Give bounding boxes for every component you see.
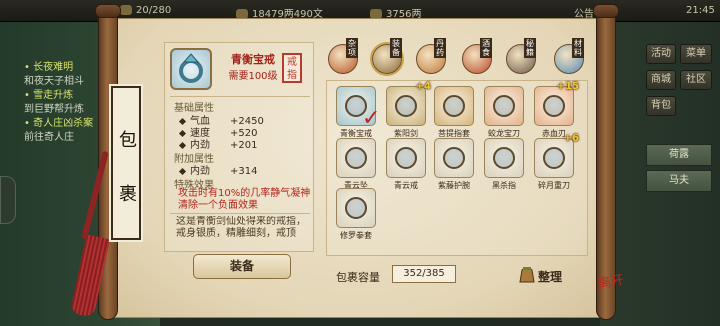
item-slot-label: 黑杀指 — [492, 181, 516, 190]
category-tab-label[interactable]: 杂项 — [346, 38, 358, 58]
clock: 21:45 — [686, 5, 715, 16]
saber-icon — [493, 95, 515, 117]
quest-title[interactable]: • 长夜难明 — [24, 58, 73, 73]
scroll-rod-cap — [95, 4, 121, 18]
claw-icon — [493, 147, 515, 169]
quest-title[interactable]: • 奇人庄凶杀案 — [24, 114, 93, 129]
activity-button[interactable]: 活动 — [646, 44, 676, 64]
diamond-bullet-icon — [178, 141, 187, 149]
inventory-slot[interactable]: +6 — [534, 133, 579, 178]
enhance-level-badge: +4 — [415, 81, 431, 92]
pendant-icon — [345, 147, 367, 169]
party-member-item[interactable]: 马夫 — [646, 170, 712, 192]
item-level-requirement: 需要100级 — [228, 71, 278, 82]
item-slot-label: 碎月重刀 — [538, 181, 570, 190]
item-slot-label: 紫藤护腕 — [438, 181, 470, 190]
divider — [170, 213, 310, 214]
item-slot-label: 修罗拳套 — [340, 231, 372, 240]
scroll-rod-right — [596, 8, 616, 320]
side-expand-tab[interactable] — [0, 176, 16, 224]
inventory-slot[interactable] — [484, 86, 524, 126]
category-tab-label[interactable]: 材料 — [572, 38, 584, 58]
quest-title[interactable]: • 雪走升炼 — [24, 86, 73, 101]
stat-row: 内劲 +314 — [178, 162, 257, 177]
sword-icon — [395, 95, 417, 117]
ring-icon — [395, 147, 417, 169]
title-char: 裹 — [119, 184, 137, 205]
shop-button[interactable]: 商城 — [646, 70, 676, 90]
inventory-slot[interactable] — [434, 86, 474, 126]
bag-button[interactable]: 背包 — [646, 96, 676, 116]
sort-bag-icon[interactable] — [518, 264, 536, 284]
diamond-bullet-icon — [178, 167, 187, 175]
item-type-seal: 戒指 — [282, 53, 302, 83]
special-effect-text: 攻击时有10%的几率静气凝神清除一个负面效果 — [178, 188, 311, 211]
community-button[interactable]: 社区 — [680, 70, 712, 90]
stat-row: 内劲 +201 — [178, 136, 257, 151]
ring-icon — [170, 48, 212, 90]
quest-desc: 前往奇人庄 — [24, 132, 74, 143]
quest-desc: 和夜天子相斗 — [24, 76, 84, 87]
menu-button[interactable]: 菜单 — [680, 44, 712, 64]
item-name: 青衡宝戒 — [231, 53, 275, 66]
inventory-slot[interactable]: +4 — [386, 81, 431, 126]
inventory-slot[interactable]: +15 — [534, 81, 579, 126]
capacity-value: 352/385 — [392, 265, 456, 283]
seal-text: 戒指 — [287, 57, 297, 81]
equip-button[interactable]: 装备 — [193, 254, 291, 279]
finger-guard-icon — [443, 95, 465, 117]
equipped-check-icon: ✓ — [362, 106, 381, 131]
title-char: 包 — [119, 130, 137, 151]
inventory-slot[interactable] — [336, 188, 376, 228]
gauntlet-icon — [345, 197, 367, 219]
item-slot-label: 青云戒 — [394, 181, 418, 190]
bracer-icon — [443, 147, 465, 169]
category-tab-label[interactable]: 丹药 — [434, 38, 446, 58]
divider — [170, 96, 310, 97]
sort-button[interactable]: 整理 — [538, 268, 562, 285]
blade-icon — [543, 95, 565, 117]
inventory-slot[interactable] — [386, 138, 426, 178]
category-tab-label[interactable]: 酒食 — [480, 38, 492, 58]
stamina-icon — [120, 5, 132, 15]
capacity-label: 包裹容量 — [336, 271, 380, 284]
inventory-slot[interactable] — [434, 138, 474, 178]
panel-title: 包 裹 — [109, 84, 143, 242]
scroll-rod-cap — [593, 4, 619, 18]
inventory-slot[interactable] — [484, 138, 524, 178]
enhance-level-badge: +15 — [556, 81, 579, 92]
item-description: 这是青衡剑仙处得来的戒指，戒身银质，精雕细刻，戒顶 — [176, 216, 306, 239]
party-member-item[interactable]: 荷露 — [646, 144, 712, 166]
stamina-readout: 20/280 — [120, 5, 171, 16]
category-tab-label[interactable]: 装备 — [390, 38, 402, 58]
quest-desc: 到巨野帮升炼 — [24, 104, 84, 115]
heavy-blade-icon — [543, 147, 565, 169]
inventory-slot[interactable] — [336, 138, 376, 178]
category-tab-label[interactable]: 秘籍 — [524, 38, 536, 58]
enhance-level-badge: +6 — [563, 133, 579, 144]
